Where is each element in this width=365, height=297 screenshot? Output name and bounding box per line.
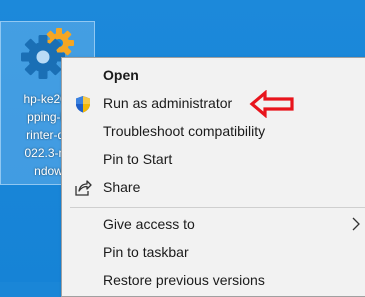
context-menu: Open Run as administrator Troubleshoot c… [61, 57, 365, 297]
menu-item-label: Pin to Start [103, 151, 173, 167]
menu-item-label: Run as administrator [103, 95, 233, 111]
menu-item-troubleshoot-compatibility[interactable]: Troubleshoot compatibility [62, 118, 365, 146]
share-icon [75, 180, 92, 196]
menu-separator [70, 207, 365, 208]
menu-item-label: Open [103, 67, 139, 83]
menu-item-label: Troubleshoot compatibility [103, 123, 266, 139]
menu-item-open[interactable]: Open [62, 62, 365, 90]
annotation-arrow-icon [249, 90, 294, 118]
menu-item-share[interactable]: Share [62, 174, 365, 202]
menu-item-label: Restore previous versions [103, 272, 265, 288]
menu-item-restore-previous-versions[interactable]: Restore previous versions [62, 267, 365, 295]
menu-item-pin-to-taskbar[interactable]: Pin to taskbar [62, 239, 365, 267]
chevron-right-icon [352, 217, 360, 231]
menu-item-run-as-administrator[interactable]: Run as administrator [62, 90, 365, 118]
uac-shield-icon [76, 96, 90, 113]
menu-item-label: Share [103, 179, 141, 195]
menu-item-pin-to-start[interactable]: Pin to Start [62, 146, 365, 174]
menu-item-give-access-to[interactable]: Give access to [62, 211, 365, 239]
menu-item-label: Give access to [103, 216, 195, 232]
menu-item-label: Pin to taskbar [103, 244, 189, 260]
